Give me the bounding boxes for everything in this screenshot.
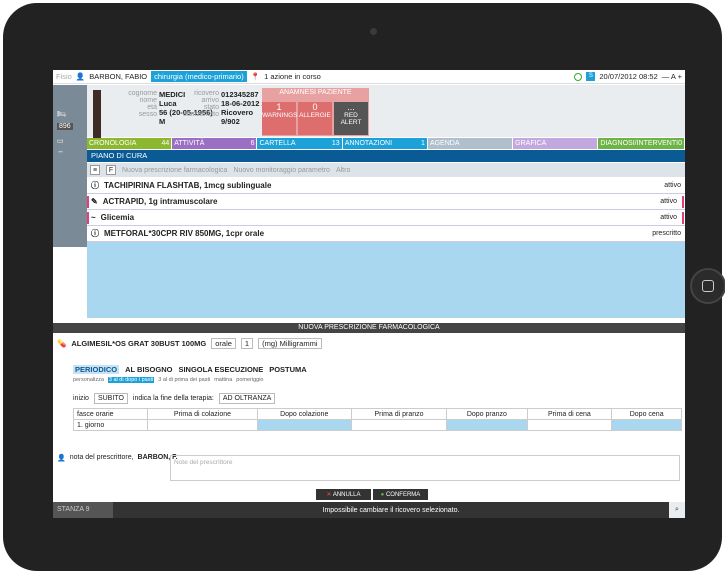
new-monitoring-button[interactable]: Nuovo monitoraggio parametro	[233, 167, 330, 174]
zoom-control[interactable]: — A +	[662, 72, 682, 81]
sub-prima-pasti[interactable]: 3 al di prima dei pasti	[158, 377, 210, 383]
sub-personalizza[interactable]: personalizza	[73, 377, 104, 383]
bottom-bar: STANZA 9 Impossibile cambiare il ricover…	[53, 502, 685, 518]
folder-icon[interactable]: ▭	[57, 137, 64, 145]
room-select[interactable]: STANZA 9	[53, 502, 113, 518]
status-message: Impossibile cambiare il ricovero selezio…	[322, 506, 460, 514]
list-item[interactable]: ⓘ TACHIPIRINA FLASHTAB, 1mcg sublinguale a…	[87, 178, 685, 194]
list-item[interactable]: ~ Glicemia attivo	[87, 210, 685, 226]
role-tag[interactable]: chirurgia (medico-primario)	[151, 71, 247, 82]
tab-attivita[interactable]: ATTIVITÀ 6	[172, 138, 258, 149]
tab-diagnosi[interactable]: DIAGNOSI/INTERVENTI 0	[598, 138, 685, 149]
bed-icon[interactable]: 🛏	[57, 110, 66, 118]
left-sidebar: 🛏 896 ▭ ↔	[53, 85, 87, 247]
note-input[interactable]: Note del prescrittore	[170, 455, 680, 481]
list-item[interactable]: ✎ ACTRAPID, 1g intramuscolare attivo	[87, 194, 685, 210]
list-icon[interactable]: ≡	[90, 165, 100, 175]
dose-input[interactable]: 1	[240, 338, 254, 349]
status-dot-icon	[574, 72, 583, 81]
start-select[interactable]: SUBITO	[93, 393, 128, 404]
new-pharma-button[interactable]: Nuova prescrizione farmacologica	[122, 167, 227, 174]
sub-mattina[interactable]: mattina	[214, 377, 232, 383]
warnings-box[interactable]: 1 WARNINGS	[262, 102, 298, 135]
sidebar-count[interactable]: 896	[57, 123, 73, 130]
freq-periodico[interactable]: PERIODICO	[73, 365, 120, 374]
piano-toolbar: ≡ F Nuova prescrizione farmacologica Nuo…	[87, 163, 685, 177]
patient-labels-2: ricovero arrivo stato stanza/letto	[183, 90, 219, 118]
care-plan-list: ⓘ TACHIPIRINA FLASHTAB, 1mcg sublinguale a…	[87, 178, 685, 318]
tab-grafica[interactable]: GRAFICA	[513, 138, 599, 149]
user-icon: 👤	[57, 455, 66, 462]
tabs: CRONOLOGIA 44 ATTIVITÀ 6 CARTELLA 13 ANNOTA…	[87, 138, 685, 149]
conferma-button[interactable]: ● CONFERMA	[373, 489, 428, 500]
patient-photo	[93, 90, 101, 138]
search-icon[interactable]: ⌕	[669, 502, 685, 518]
other-button[interactable]: Altro	[336, 167, 350, 174]
sub-dopo-pasti[interactable]: 3 al di dopo i pasti	[107, 377, 155, 383]
piano-di-cura-title: PIANO DI CURA	[87, 150, 685, 162]
start-row: inizio SUBITO indica la fine della terap…	[73, 393, 276, 404]
tab-agenda[interactable]: AGENDA	[427, 138, 514, 149]
tab-cartella[interactable]: CARTELLA 13	[257, 138, 343, 149]
annulla-button[interactable]: ✕ ANNULLA	[316, 489, 371, 500]
drug-row: 💊 ALGIMESIL*OS GRAT 30BUST 100MG orale 1…	[57, 338, 322, 349]
camera	[370, 28, 377, 35]
datetime: 20/07/2012 08:52	[599, 72, 658, 81]
allergie-box[interactable]: 0 ALLERGIE	[298, 102, 332, 135]
drug-name: ALGIMESIL*OS GRAT 30BUST 100MG	[71, 339, 207, 348]
anamnesi-panel[interactable]: ANAMNESI PAZIENTE 1 WARNINGS 0 ALLERGIE ..…	[262, 88, 369, 136]
via-select[interactable]: orale	[211, 338, 236, 349]
user-icon: 👤	[75, 72, 86, 81]
freq-al-bisogno[interactable]: AL BISOGNO	[125, 365, 172, 374]
list-item[interactable]: ⓘ METFORAL*30CPR RIV 850MG, 1cpr orale pre…	[87, 226, 685, 242]
freq-singola[interactable]: SINGOLA ESECUZIONE	[178, 365, 263, 374]
actions-status[interactable]: 1 azione in corso	[264, 72, 321, 81]
action-buttons: ✕ ANNULLA ● CONFERMA	[316, 489, 428, 500]
frequency-options: PERIODICO AL BISOGNO SINGOLA ESECUZIONE …	[73, 365, 307, 374]
end-select[interactable]: AD OLTRANZA	[218, 393, 276, 404]
schedule-grid: fasce orarie Prima di colazione Dopo colaz…	[72, 408, 682, 431]
red-alert-box[interactable]: ... RED ALERT	[334, 102, 368, 135]
sub-pomeriggio[interactable]: pomeriggio	[236, 377, 263, 383]
freq-postuma[interactable]: POSTUMA	[269, 365, 307, 374]
new-prescription-title: NUOVA PRESCRIZIONE FARMACOLOGICA	[53, 323, 685, 333]
f-button[interactable]: F	[106, 165, 116, 175]
tablet-frame: Fisio 👤 BARBON, FABIO chirurgia (medico-…	[3, 3, 725, 571]
sub-options: personalizza 3 al di dopo i pasti 3 al d…	[73, 377, 263, 383]
top-bar: Fisio 👤 BARBON, FABIO chirurgia (medico-…	[53, 70, 685, 84]
unit-select[interactable]: (mg) Milligrammi	[258, 338, 322, 349]
pin-icon: 📍	[250, 72, 261, 81]
s-icon[interactable]: S	[586, 72, 596, 81]
screen: Fisio 👤 BARBON, FABIO chirurgia (medico-…	[53, 70, 685, 518]
tab-cronologia[interactable]: CRONOLOGIA 44	[87, 138, 173, 149]
patient-labels-1: cognome nome età sesso	[128, 90, 157, 118]
home-button[interactable]	[690, 268, 725, 304]
pill-icon: 💊	[57, 339, 67, 348]
patient-name[interactable]: BARBON, FABIO	[89, 72, 147, 81]
tab-annotazioni[interactable]: ANNOTAZIONI 1	[342, 138, 428, 149]
app-name: Fisio	[56, 72, 72, 81]
arrows-icon[interactable]: ↔	[57, 148, 64, 155]
note-label: 👤 nota del prescrittore, BARBON, F.	[57, 454, 178, 462]
